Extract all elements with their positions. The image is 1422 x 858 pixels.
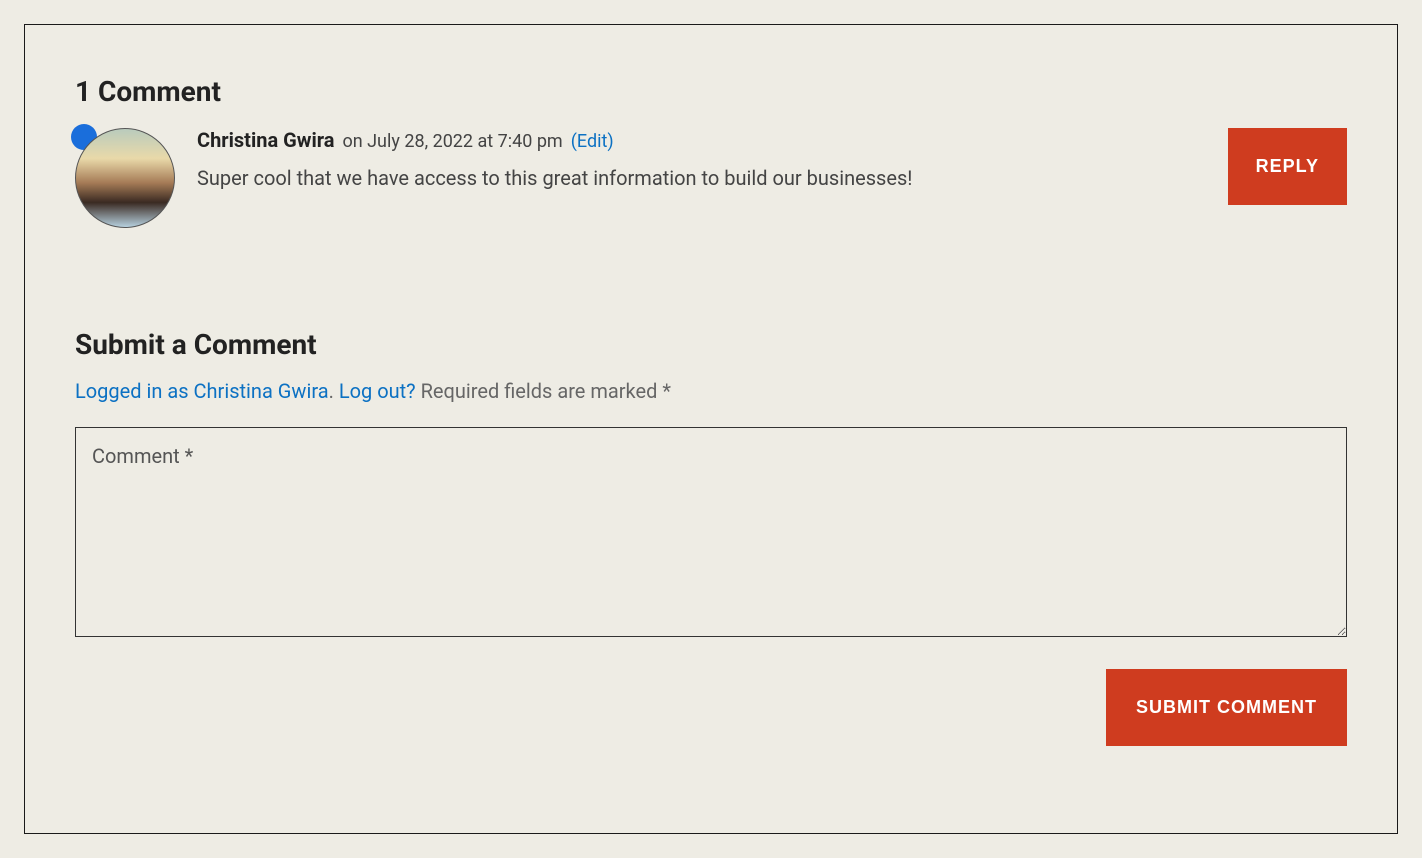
- logged-in-line: Logged in as Christina Gwira. Log out? R…: [75, 379, 1347, 403]
- avatar: [75, 128, 175, 228]
- submit-comment-section: Submit a Comment Logged in as Christina …: [75, 328, 1347, 746]
- comment-body: Christina Gwira on July 28, 2022 at 7:40…: [197, 128, 1347, 190]
- comment-date: on July 28, 2022 at 7:40 pm: [342, 131, 562, 152]
- edit-comment-link[interactable]: (Edit): [571, 131, 614, 152]
- required-text: Required fields are marked *: [416, 379, 671, 403]
- submit-button-wrap: SUBMIT COMMENT: [75, 669, 1347, 746]
- comments-panel: 1 Comment Christina Gwira on July 28, 20…: [24, 24, 1398, 834]
- submit-heading: Submit a Comment: [75, 328, 1347, 361]
- comment-author: Christina Gwira: [197, 128, 334, 152]
- comment-item: Christina Gwira on July 28, 2022 at 7:40…: [75, 128, 1347, 228]
- logged-separator: .: [329, 379, 339, 403]
- reply-button[interactable]: REPLY: [1228, 128, 1347, 205]
- logged-in-link[interactable]: Logged in as Christina Gwira: [75, 379, 329, 403]
- avatar-wrap: [75, 128, 175, 228]
- comment-meta: Christina Gwira on July 28, 2022 at 7:40…: [197, 128, 1347, 152]
- comment-text: Super cool that we have access to this g…: [197, 166, 1347, 190]
- comment-textarea[interactable]: [75, 427, 1347, 637]
- comments-count-heading: 1 Comment: [75, 75, 1347, 108]
- submit-comment-button[interactable]: SUBMIT COMMENT: [1106, 669, 1347, 746]
- logout-link[interactable]: Log out?: [339, 379, 416, 403]
